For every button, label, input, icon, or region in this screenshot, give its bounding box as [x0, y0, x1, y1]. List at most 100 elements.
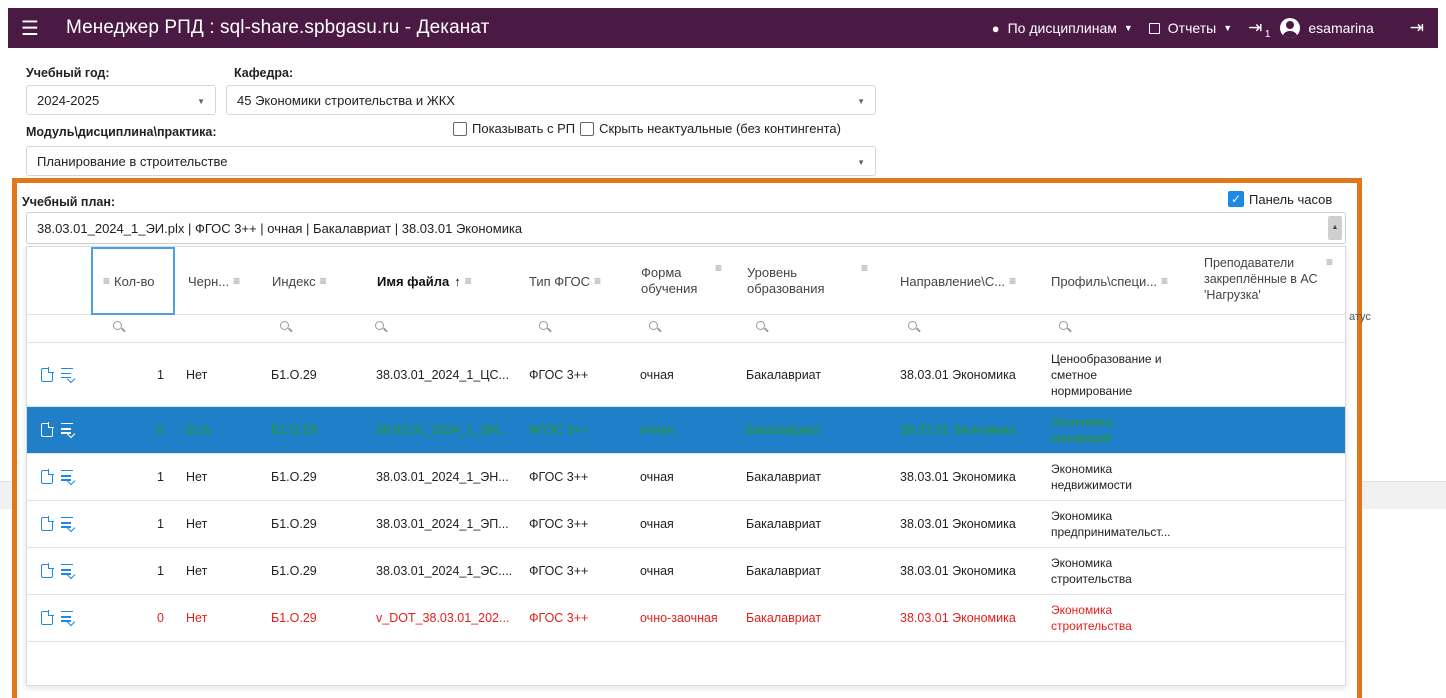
filter-icon[interactable]: ≡ — [233, 274, 240, 288]
cell-profile: Ценообразование и сметное нормирование — [1051, 351, 1162, 398]
cell-direction: 38.03.01 Экономика — [900, 367, 1016, 382]
filter-icon[interactable]: ≡ — [1161, 274, 1168, 288]
discipline-select[interactable]: Планирование в строительстве ▼ — [26, 146, 876, 176]
document-icon[interactable] — [41, 469, 54, 484]
document-arrow-icon: ⇥ — [1248, 18, 1263, 37]
filter-icon[interactable]: ≡ — [465, 274, 472, 288]
document-icon[interactable] — [41, 610, 54, 625]
edit-list-icon[interactable] — [61, 611, 73, 625]
reports-menu[interactable]: Отчеты ▼ — [1141, 20, 1240, 36]
edit-list-icon[interactable] — [61, 470, 73, 484]
column-header-profile[interactable]: Профиль\специ... ≡ — [1051, 247, 1201, 315]
grid-search-row — [27, 315, 1345, 343]
table-row[interactable]: 1 Нет Б1.О.29 38.03.01_2024_1_ЦС... ФГОС… — [27, 343, 1345, 407]
cell-profile: Экономика инноваций — [1051, 415, 1113, 445]
edit-list-icon[interactable] — [61, 367, 73, 382]
reports-icon — [1148, 22, 1160, 34]
column-header-draft[interactable]: Черн... ≡ — [188, 247, 258, 315]
cell-qty: 0 — [157, 611, 164, 625]
column-header-teachers[interactable]: Преподаватели закреплённые в АС 'Нагрузк… — [1204, 247, 1344, 315]
table-row[interactable]: 0 Нет Б1.О.29 v_DOT_38.03.01_202... ФГОС… — [27, 595, 1345, 642]
cell-form: очно-заочная — [640, 611, 718, 625]
by-disciplines-menu[interactable]: ● По дисциплинам ▼ — [984, 20, 1141, 36]
chevron-up-icon[interactable]: ▲ — [1328, 216, 1342, 240]
cell-level: Бакалавриат — [746, 423, 822, 437]
search-icon[interactable] — [113, 321, 125, 333]
search-icon[interactable] — [375, 321, 387, 333]
user-menu[interactable]: esamarina — [1272, 18, 1381, 38]
column-header-qty[interactable]: ≡ Кол-во — [91, 247, 175, 315]
year-select[interactable]: 2024-2025 ▼ — [26, 85, 216, 115]
study-plan-select[interactable]: 38.03.01_2024_1_ЭИ.plx | ФГОС 3++ | очна… — [26, 212, 1346, 244]
hide-irrelevant-label: Скрыть неактуальные (без контингента) — [599, 121, 841, 136]
cell-draft: Нет — [186, 564, 208, 578]
edit-list-icon[interactable] — [61, 423, 73, 437]
search-icon[interactable] — [649, 321, 661, 333]
cell-level: Бакалавриат — [746, 367, 822, 382]
table-row-selected[interactable]: 0 Есть Б1.О.29 38.03.01_2024_1_ЭИ... ФГО… — [27, 407, 1345, 454]
filter-icon[interactable]: ≡ — [715, 261, 722, 275]
documents-button[interactable]: ⇥ 1 — [1240, 18, 1272, 40]
cell-index: Б1.О.29 — [271, 517, 317, 531]
filter-icon[interactable]: ≡ — [861, 261, 868, 275]
column-header-direction[interactable]: Направление\С... ≡ — [900, 247, 1050, 315]
study-plan-grid: ≡ Кол-во Черн... ≡ Индекс ≡ Имя файла ↑ … — [26, 246, 1346, 686]
hide-irrelevant-checkbox[interactable] — [580, 121, 595, 136]
checkmark-icon: ✓ — [1228, 191, 1244, 207]
document-icon[interactable] — [41, 422, 54, 437]
row-actions — [41, 548, 73, 594]
cell-fgos: ФГОС 3++ — [529, 367, 589, 382]
document-icon[interactable] — [41, 563, 54, 578]
background-status-header: атус — [1349, 311, 1371, 323]
search-icon[interactable] — [1059, 321, 1071, 333]
cell-qty: 1 — [157, 470, 164, 484]
edit-list-icon[interactable] — [61, 564, 73, 578]
row-actions — [41, 595, 73, 641]
hours-panel-toggle[interactable]: ✓ Панель часов — [1228, 191, 1332, 207]
search-icon[interactable] — [280, 321, 292, 333]
hamburger-menu-icon[interactable]: ☰ — [8, 8, 52, 48]
column-header-index[interactable]: Индекс ≡ — [272, 247, 362, 315]
discipline-value: Планирование в строительстве — [37, 153, 228, 169]
cell-filename: 38.03.01_2024_1_ЭП... — [376, 517, 509, 531]
search-icon[interactable] — [756, 321, 768, 333]
cell-filename: 38.03.01_2024_1_ЭН... — [376, 470, 509, 484]
cell-qty: 1 — [157, 517, 164, 531]
table-row[interactable]: 1 Нет Б1.О.29 38.03.01_2024_1_ЭС.... ФГО… — [27, 548, 1345, 595]
palette-icon: ● — [991, 20, 1000, 36]
filter-icon[interactable]: ≡ — [1009, 274, 1016, 288]
cell-qty: 1 — [157, 367, 164, 382]
filter-icon[interactable]: ≡ — [1326, 255, 1333, 269]
table-row[interactable]: 1 Нет Б1.О.29 38.03.01_2024_1_ЭП... ФГОС… — [27, 501, 1345, 548]
cell-index: Б1.О.29 — [271, 564, 317, 578]
column-header-level[interactable]: Уровень образования ≡ — [747, 247, 887, 315]
cell-level: Бакалавриат — [746, 611, 822, 625]
logout-icon[interactable]: ⇥ — [1410, 18, 1424, 38]
cell-draft: Нет — [186, 517, 208, 531]
filter-icon[interactable]: ≡ — [103, 274, 110, 288]
cell-form: очная — [640, 470, 674, 484]
cell-direction: 38.03.01 Экономика — [900, 470, 1016, 484]
document-icon[interactable] — [41, 516, 54, 531]
edit-list-icon[interactable] — [61, 517, 73, 531]
cell-direction: 38.03.01 Экономика — [900, 564, 1016, 578]
table-row[interactable]: 1 Нет Б1.О.29 38.03.01_2024_1_ЭН... ФГОС… — [27, 454, 1345, 501]
column-header-form[interactable]: Форма обучения ≡ — [641, 247, 741, 315]
column-header-fgos[interactable]: Тип ФГОС ≡ — [529, 247, 629, 315]
cell-qty: 1 — [157, 564, 164, 578]
search-icon[interactable] — [908, 321, 920, 333]
app-title: Менеджер РПД : sql-share.spbgasu.ru - Де… — [66, 17, 490, 38]
filter-icon[interactable]: ≡ — [320, 274, 327, 288]
department-select[interactable]: 45 Экономики строительства и ЖКХ ▼ — [226, 85, 876, 115]
search-icon[interactable] — [539, 321, 551, 333]
row-actions — [41, 501, 73, 547]
show-with-rp-checkbox[interactable] — [453, 121, 467, 136]
cell-filename: 38.03.01_2024_1_ЦС... — [376, 367, 509, 382]
study-plan-value: 38.03.01_2024_1_ЭИ.plx | ФГОС 3++ | очна… — [37, 220, 523, 236]
grid-header: ≡ Кол-во Черн... ≡ Индекс ≡ Имя файла ↑ … — [27, 247, 1345, 315]
document-icon[interactable] — [41, 366, 54, 382]
sort-ascending-icon: ↑ — [454, 273, 461, 289]
cell-index: Б1.О.29 — [271, 367, 317, 382]
filter-icon[interactable]: ≡ — [594, 274, 601, 288]
column-header-filename[interactable]: Имя файла ↑ ≡ — [377, 247, 517, 315]
